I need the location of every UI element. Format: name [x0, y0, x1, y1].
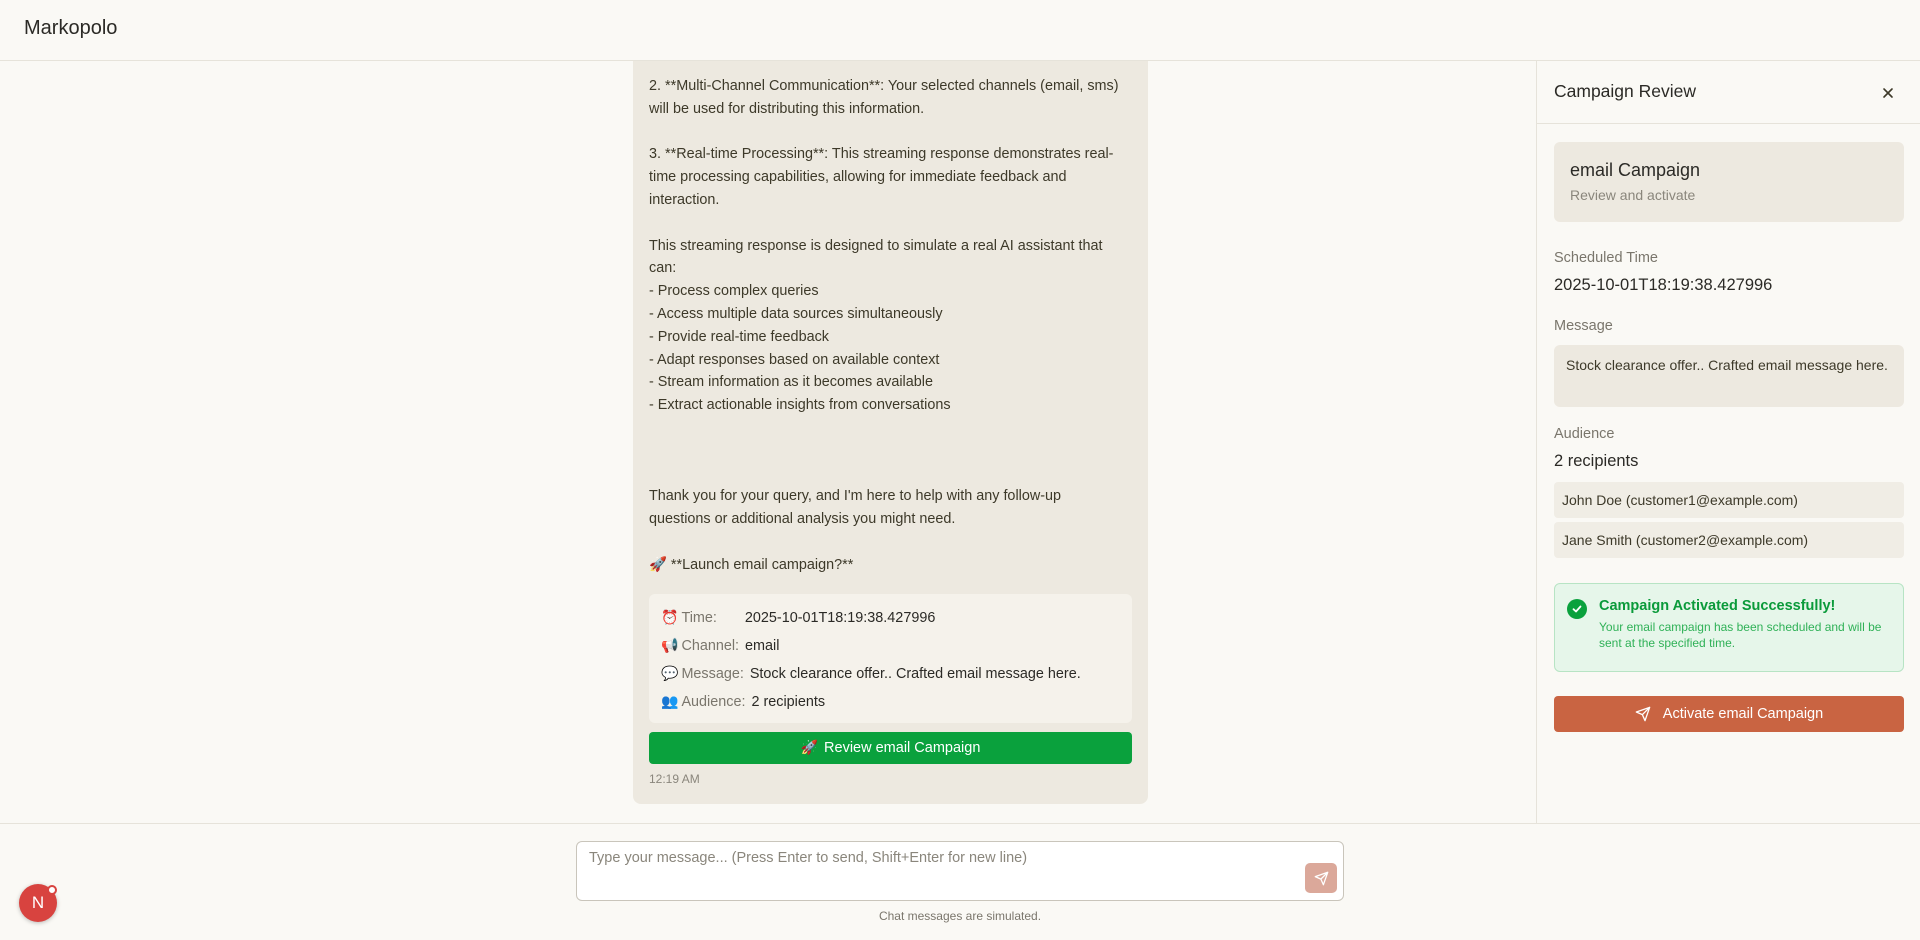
megaphone-icon: 📢: [661, 638, 679, 654]
top-bar: Markopolo: [0, 0, 1920, 61]
detail-message-label: Message:: [681, 666, 744, 682]
activate-campaign-label: Activate email Campaign: [1662, 706, 1824, 722]
audience-label: Audience: [1554, 426, 1615, 442]
success-alert: Campaign Activated Successfully! Your em…: [1554, 583, 1904, 672]
alarm-clock-icon: ⏰: [661, 610, 679, 626]
success-title: Campaign Activated Successfully!: [1599, 598, 1836, 614]
scheduled-time-value: 2025-10-01T18:19:38.427996: [1554, 276, 1773, 294]
campaign-review-panel: Campaign Review email Campaign Review an…: [1536, 61, 1920, 823]
detail-time-row: ⏰ Time: 2025-10-01T18:19:38.427996: [661, 604, 1120, 632]
detail-channel-label: Channel:: [681, 638, 740, 654]
speech-bubble-icon: 💬: [661, 666, 679, 682]
panel-title: Campaign Review: [1554, 81, 1697, 101]
disclaimer: Chat messages are simulated.: [878, 909, 1042, 923]
message-text: 2. **Multi-Channel Communication**: Your…: [649, 78, 1119, 573]
review-campaign-button[interactable]: 🚀 Review email Campaign: [649, 732, 1132, 764]
detail-message-value: Stock clearance offer.. Crafted email me…: [749, 666, 1081, 682]
composer: Chat messages are simulated.: [0, 823, 1920, 940]
people-icon: 👥: [661, 694, 679, 710]
scheduled-time-label: Scheduled Time: [1554, 250, 1658, 266]
recipient-item: John Doe (customer1@example.com): [1554, 482, 1904, 518]
send-icon: [1635, 706, 1651, 722]
rocket-icon: 🚀: [800, 740, 819, 756]
review-campaign-label: Review email Campaign: [824, 740, 981, 756]
close-button[interactable]: [1876, 81, 1900, 105]
notification-dot: [47, 885, 57, 895]
campaign-details-box: ⏰ Time: 2025-10-01T18:19:38.427996 📢 Cha…: [649, 594, 1132, 723]
user-avatar[interactable]: N: [19, 884, 57, 922]
avatar-initial: N: [31, 893, 45, 912]
send-icon: [1314, 871, 1328, 885]
detail-time-value: 2025-10-01T18:19:38.427996: [744, 610, 936, 626]
detail-channel-value: email: [745, 638, 780, 654]
app-title: Markopolo: [24, 17, 118, 39]
detail-channel-row: 📢 Channel: email: [661, 632, 1120, 660]
panel-header: Campaign Review: [1537, 61, 1920, 124]
message-box: Stock clearance offer.. Crafted email me…: [1554, 345, 1904, 407]
message-input-wrapper: [576, 841, 1344, 901]
send-button[interactable]: [1305, 863, 1337, 893]
message-label: Message: [1554, 318, 1613, 334]
campaign-name: email Campaign: [1570, 160, 1701, 180]
campaign-card: email Campaign Review and activate: [1554, 142, 1904, 222]
check-circle-icon: [1567, 599, 1587, 619]
message-input[interactable]: [589, 850, 1289, 890]
campaign-subtitle: Review and activate: [1570, 187, 1696, 203]
detail-audience-row: 👥 Audience: 2 recipients: [661, 688, 1120, 716]
detail-message-row: 💬 Message: Stock clearance offer.. Craft…: [661, 660, 1120, 688]
audience-count: 2 recipients: [1554, 452, 1639, 470]
detail-audience-value: 2 recipients: [751, 694, 826, 710]
message-timestamp: 12:19 AM: [649, 772, 700, 786]
detail-audience-label: Audience:: [681, 694, 746, 710]
success-text: Your email campaign has been scheduled a…: [1599, 620, 1882, 650]
close-icon: [1883, 88, 1893, 98]
detail-time-label: Time:: [681, 610, 717, 626]
assistant-message: 2. **Multi-Channel Communication**: Your…: [633, 61, 1148, 804]
chat-area[interactable]: 2. **Multi-Channel Communication**: Your…: [0, 61, 1536, 823]
recipient-item: Jane Smith (customer2@example.com): [1554, 522, 1904, 558]
activate-campaign-button[interactable]: Activate email Campaign: [1554, 696, 1904, 732]
